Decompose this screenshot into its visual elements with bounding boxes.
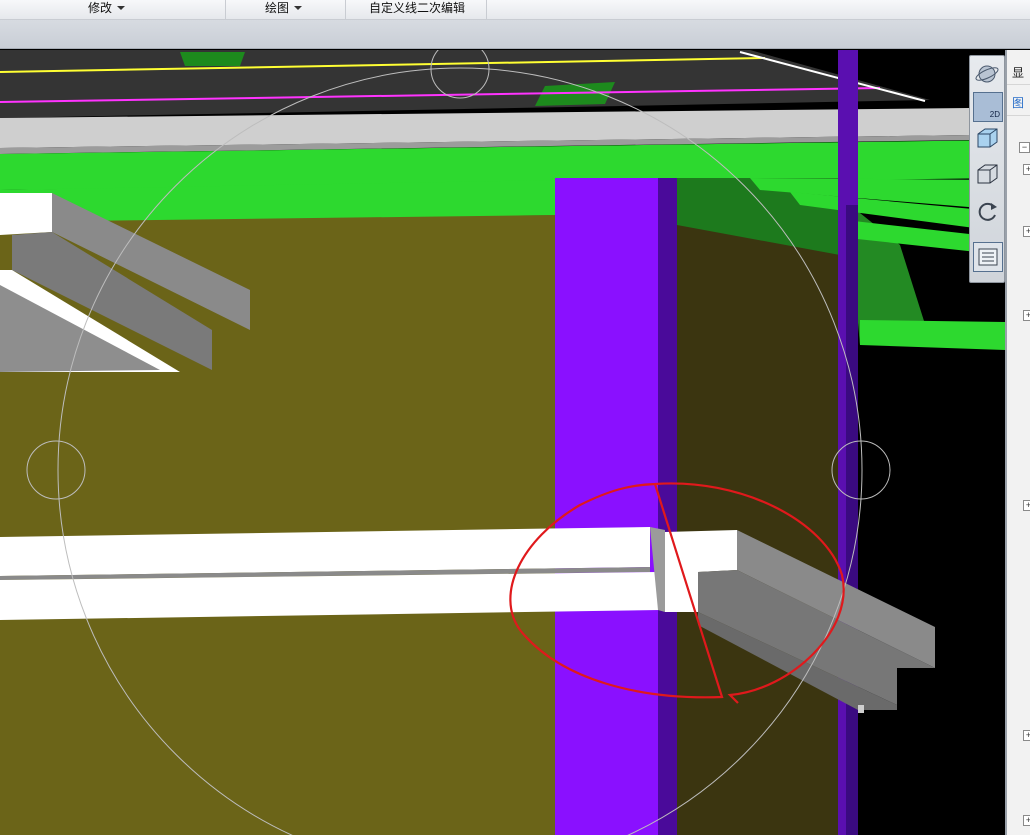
menu-draw-label: 绘图	[265, 1, 290, 15]
chevron-down-icon	[117, 6, 126, 10]
toolbar-strip	[0, 20, 1030, 49]
view-toolbar: 2D	[969, 55, 1005, 283]
menu-separator	[486, 0, 487, 19]
white-beam-top	[0, 193, 52, 235]
olive-wall	[0, 215, 555, 835]
rotate-icon[interactable]	[973, 198, 1001, 226]
2d-view-icon[interactable]: 2D	[973, 92, 1003, 122]
tab-layer[interactable]: 图	[1012, 94, 1024, 111]
purple-column-side	[658, 178, 677, 835]
expand-toggle[interactable]: +	[1023, 310, 1030, 321]
purple-column	[555, 178, 658, 835]
divider	[1007, 115, 1030, 116]
right-side-panel: 显 图 − + + + + + +	[1005, 50, 1030, 835]
chevron-down-icon	[294, 6, 303, 10]
divider	[1007, 84, 1030, 85]
globe-orbit-icon[interactable]	[973, 60, 1001, 88]
2d-view-label: 2D	[989, 110, 1000, 119]
wall-shadow	[677, 178, 840, 835]
menu-custom-line-edit-label: 自定义线二次编辑	[369, 1, 466, 15]
layer-list-icon[interactable]	[973, 242, 1003, 272]
expand-toggle[interactable]: +	[1023, 164, 1030, 175]
expand-toggle[interactable]: +	[1023, 226, 1030, 237]
tab-display[interactable]: 显	[1012, 64, 1024, 81]
expand-toggle[interactable]: +	[1023, 815, 1030, 826]
menu-separator	[225, 0, 226, 19]
roof-green-patch	[180, 52, 245, 66]
menu-modify-label: 修改	[88, 1, 113, 15]
menu-separator	[345, 0, 346, 19]
menu-modify[interactable]: 修改	[88, 0, 126, 19]
thin-purple-column-side	[846, 205, 858, 835]
cube-wireframe-icon[interactable]	[973, 160, 1001, 188]
3d-scene	[0, 50, 1005, 835]
expand-toggle[interactable]: +	[1023, 730, 1030, 741]
beam-end-marker	[858, 705, 864, 713]
menu-custom-line-edit[interactable]: 自定义线二次编辑	[369, 0, 465, 19]
collapse-toggle[interactable]: −	[1019, 142, 1030, 153]
expand-toggle[interactable]: +	[1023, 500, 1030, 511]
cube-solid-icon[interactable]	[973, 124, 1001, 152]
menu-draw[interactable]: 绘图	[265, 0, 303, 19]
green-beam-lower	[860, 320, 1005, 350]
menu-bar: 修改 绘图 自定义线二次编辑	[0, 0, 1030, 20]
3d-viewport[interactable]	[0, 50, 1005, 835]
